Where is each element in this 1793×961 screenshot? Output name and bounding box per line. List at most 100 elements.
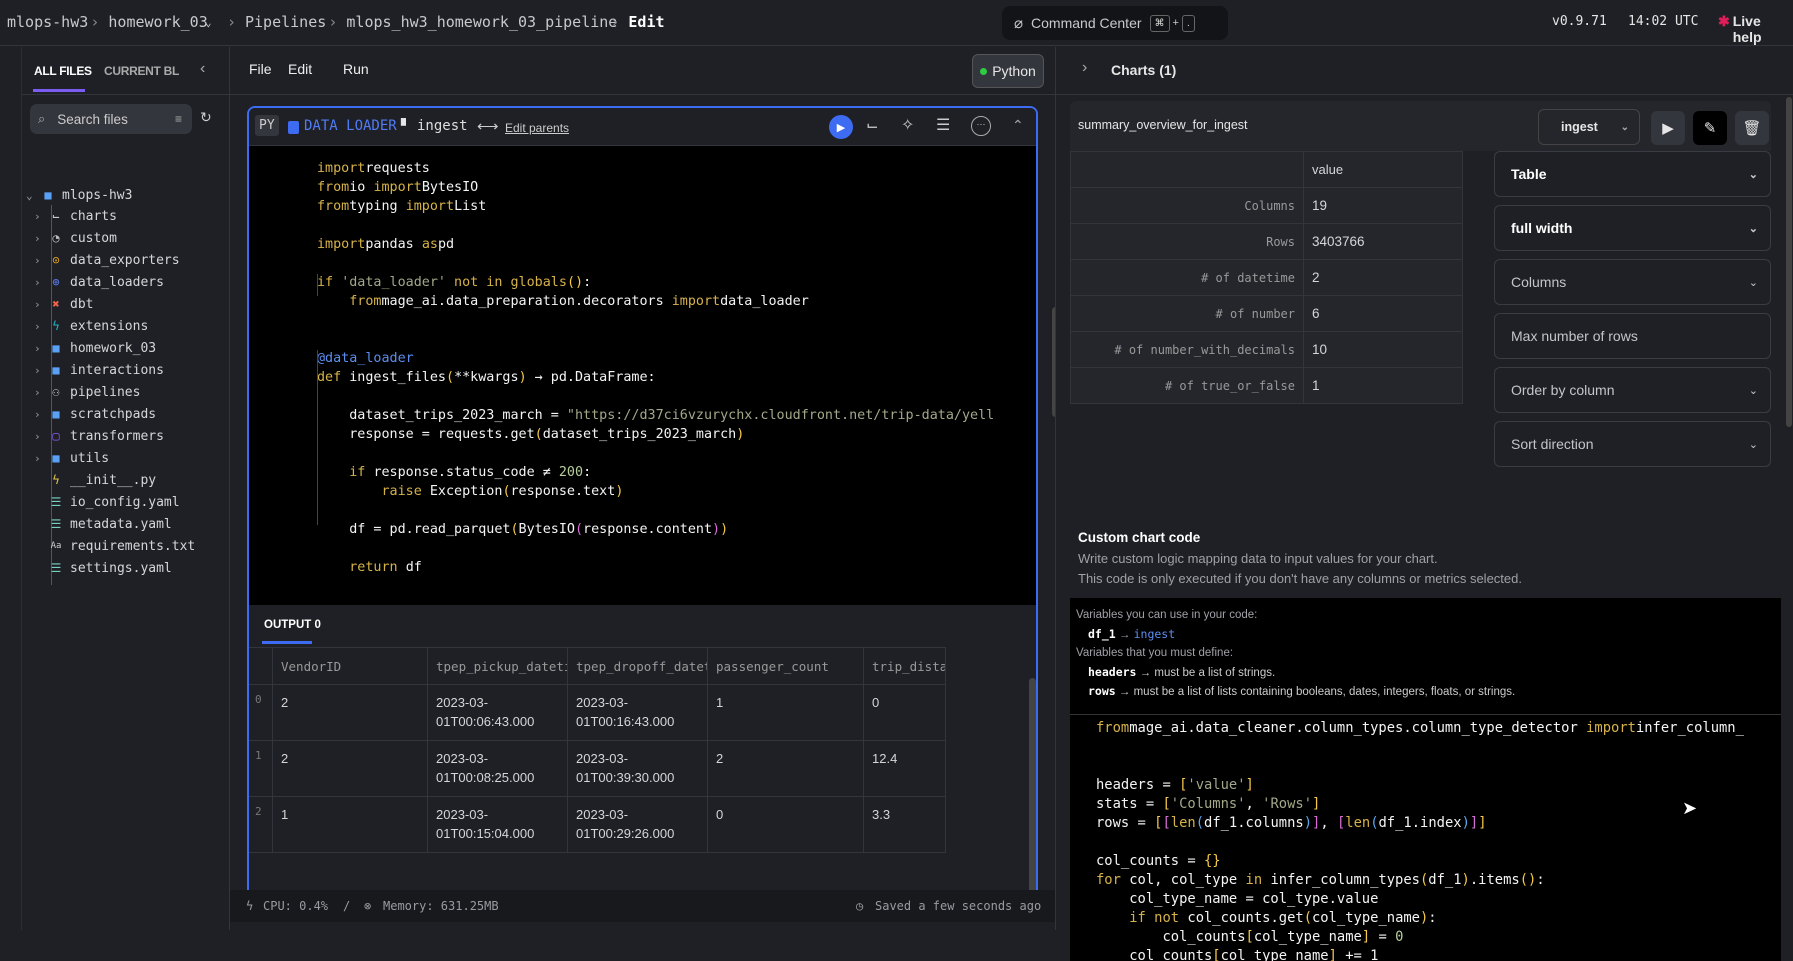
- chevron-down-icon: ⌄: [1748, 222, 1758, 235]
- chart-config-dropdown[interactable]: Max number of rows: [1494, 313, 1771, 359]
- edit-parents-link[interactable]: Edit parents: [505, 121, 569, 135]
- file-tree-item[interactable]: ☰ metadata.yaml: [34, 513, 172, 535]
- settings-sliders-icon[interactable]: ☰: [936, 115, 950, 135]
- breadcrumb-separator: ›: [90, 13, 100, 31]
- more-icon[interactable]: ···: [971, 116, 991, 136]
- table-cell: 0: [863, 684, 946, 741]
- file-icon: ▘: [401, 118, 411, 133]
- edit-chart-button[interactable]: ✎: [1693, 111, 1727, 145]
- code-line: def ingest_files(**kwargs) → pd.DataFram…: [317, 370, 656, 385]
- block-type: DATA LOADER: [304, 118, 397, 134]
- delete-chart-button[interactable]: 🗑: [1735, 111, 1769, 145]
- refresh-icon[interactable]: ↻: [200, 109, 212, 126]
- file-tree-item[interactable]: › ⌙ charts: [34, 205, 117, 227]
- menu-edit[interactable]: Edit: [288, 61, 312, 77]
- file-tree-item[interactable]: › ⚇ pipelines: [34, 381, 140, 403]
- slack-icon: ✱: [1718, 13, 1730, 29]
- chart-name: summary_overview_for_ingest: [1078, 118, 1248, 132]
- file-tree-item[interactable]: › ■ scratchpads: [34, 403, 156, 425]
- chart-config-dropdown[interactable]: Sort direction ⌄: [1494, 421, 1771, 467]
- block-select[interactable]: ingest ⌄: [1538, 109, 1640, 145]
- column-header[interactable]: tpep_dropoff_datetime: [567, 647, 708, 685]
- file-tree-item[interactable]: ϟ __init__.py: [34, 469, 156, 491]
- file-tree-item[interactable]: › ⊙ data_exporters: [34, 249, 180, 271]
- custom-chart-desc: This code is only executed if you don't …: [1078, 571, 1522, 586]
- table-cell: 2023-03-01T00:39:30.000: [567, 740, 708, 797]
- save-status: Saved a few seconds ago: [875, 899, 1042, 913]
- code-editor[interactable]: importrequests fromio importBytesIO fromty…: [317, 159, 994, 577]
- sparkle-icon[interactable]: ✧: [901, 115, 914, 135]
- editor-panel: File Edit Run Python PY DATA LOADER ▘ in…: [230, 47, 1059, 896]
- row-label: # of number: [1070, 295, 1304, 332]
- chart-config-dropdown[interactable]: Table ⌄: [1494, 151, 1771, 197]
- breadcrumb-separator: ›: [227, 13, 237, 31]
- breadcrumb-item[interactable]: homework_03: [108, 13, 207, 31]
- menu-file[interactable]: File: [249, 61, 272, 77]
- clock-icon: ◷: [856, 899, 864, 913]
- row-value: 3403766: [1303, 223, 1463, 260]
- collapse-block-icon[interactable]: ⌃: [1012, 117, 1024, 134]
- file-tree-item[interactable]: ☰ settings.yaml: [34, 557, 172, 579]
- file-tree-item[interactable]: › ■ homework_03: [34, 337, 156, 359]
- file-tree-item[interactable]: Aa requirements.txt: [34, 535, 196, 557]
- filter-icon[interactable]: ≡: [175, 112, 182, 126]
- column-header[interactable]: passenger_count: [707, 647, 864, 685]
- custom-code-editor[interactable]: frommage_ai.data_cleaner.column_types.co…: [1096, 719, 1744, 961]
- tab-all-files[interactable]: ALL FILES: [34, 64, 92, 78]
- charts-scrollbar[interactable]: [1786, 97, 1792, 427]
- live-help-link[interactable]: ✱ Live help: [1718, 13, 1793, 45]
- tab-current-block[interactable]: CURRENT BLOCK: [104, 64, 179, 78]
- row-label: # of datetime: [1070, 259, 1304, 296]
- column-header[interactable]: VendorID: [272, 647, 428, 685]
- breadcrumb-item[interactable]: mlops_hw3_homework_03_pipeline: [346, 13, 617, 31]
- file-tree-item[interactable]: ☰ io_config.yaml: [34, 491, 180, 513]
- collapse-icon[interactable]: ‹: [200, 60, 205, 78]
- table-cell: 2: [272, 684, 428, 741]
- file-tree-item[interactable]: › ▢ transformers: [34, 425, 164, 447]
- expand-icon[interactable]: ›: [1082, 59, 1087, 77]
- file-tree-item[interactable]: › ⊕ data_loaders: [34, 271, 164, 293]
- kernel-button[interactable]: Python: [972, 54, 1044, 88]
- chevron-down-icon[interactable]: ⌄: [205, 16, 212, 29]
- chart-config-dropdown[interactable]: Columns ⌄: [1494, 259, 1771, 305]
- code-line: col_counts[col_type_name] = 0: [1096, 929, 1404, 945]
- run-block-button[interactable]: ▶: [829, 115, 853, 139]
- custom-chart-title: Custom chart code: [1078, 530, 1201, 545]
- chevron-right-icon: ›: [34, 341, 41, 355]
- search-input[interactable]: ⌕ Search files ≡: [30, 104, 192, 134]
- tab-output-0[interactable]: OUTPUT 0: [264, 619, 321, 631]
- breadcrumb-separator: ›: [610, 13, 620, 31]
- run-chart-button[interactable]: ▶: [1651, 111, 1685, 145]
- chart-config-dropdown[interactable]: full width ⌄: [1494, 205, 1771, 251]
- file-tree-item[interactable]: › ◔ custom: [34, 227, 117, 249]
- breadcrumb-item[interactable]: Pipelines: [245, 13, 326, 31]
- breadcrumb-separator: ›: [328, 13, 338, 31]
- command-center-button[interactable]: ⌀ Command Center ⌘ +.: [1002, 6, 1228, 40]
- file-tree-item[interactable]: › ✖ dbt: [34, 293, 93, 315]
- block-name[interactable]: ingest: [417, 118, 468, 134]
- custom-code-box: Variables you can use in your code: df_1…: [1070, 598, 1781, 961]
- file-tree-item[interactable]: › ■ interactions: [34, 359, 164, 381]
- output-scrollbar[interactable]: [1029, 678, 1036, 896]
- column-header[interactable]: tpep_pickup_datetime: [427, 647, 568, 685]
- tree-root[interactable]: ⌄ ■ mlops-hw3: [26, 184, 132, 206]
- chart-icon: ⌙: [52, 209, 60, 223]
- chart-config-dropdown[interactable]: Order by column ⌄: [1494, 367, 1771, 413]
- column-header[interactable]: trip_distance: [863, 647, 946, 685]
- menu-run[interactable]: Run: [343, 61, 369, 77]
- file-tree-item[interactable]: › ϟ extensions: [34, 315, 148, 337]
- indent-guide: [317, 350, 318, 525]
- row-label: # of number_with_decimals: [1070, 331, 1304, 368]
- table-row: # of number_with_decimals 10: [1070, 331, 1463, 368]
- breadcrumb-item[interactable]: mlops-hw3: [7, 13, 88, 31]
- code-line: for col, col_type in infer_column_types(…: [1096, 872, 1545, 888]
- folder-icon: ■: [52, 363, 60, 377]
- table-cell: 2023-03-01T00:29:26.000: [567, 796, 708, 853]
- chart-icon[interactable]: ⌙: [866, 116, 879, 134]
- folder-icon: ■: [44, 188, 52, 202]
- file-tree-item[interactable]: › ■ utils: [34, 447, 109, 469]
- chevron-right-icon: ›: [34, 363, 41, 377]
- row-index: 0: [249, 684, 273, 741]
